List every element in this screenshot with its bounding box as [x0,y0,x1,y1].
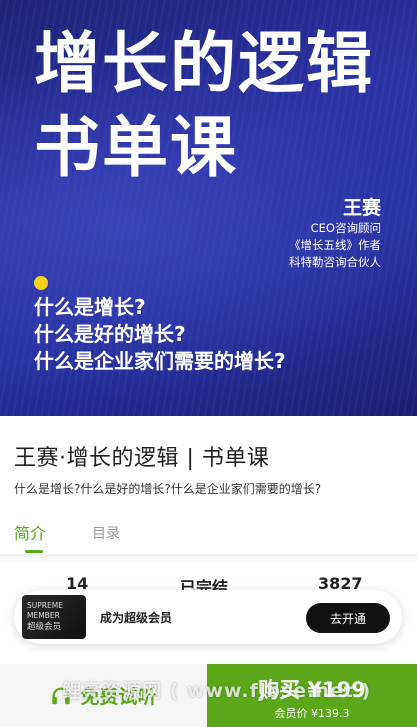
cover-questions: 什么是增长? 什么是好的增长? 什么是企业家们需要的增长? [34,294,286,375]
member-price: 会员价 ¥139.3 [274,707,350,720]
activate-member-button[interactable]: 去开通 [306,603,390,633]
course-title: 王赛·增长的逻辑 | 书单课 [14,446,270,471]
course-cover: 增长的逻辑 书单课 王赛 CEO咨询顾问 《增长五线》作者 科特勒咨询合伙人 什… [0,0,417,416]
cover-title-line1: 增长的逻辑 [34,25,374,102]
decorative-dot [34,276,48,290]
tab-bar: 简介 目录 [0,520,417,553]
divider [0,554,417,562]
author-block: 王赛 CEO咨询顾问 《增长五线》作者 科特勒咨询合伙人 [289,196,381,271]
badge-text: MEMBER [27,611,60,620]
author-role: 科特勒咨询合伙人 [289,255,381,269]
badge-text: SUPREME [27,601,63,610]
author-role: 《增长五线》作者 [289,238,381,252]
course-subtitle: 什么是增长?什么是好的增长?什么是企业家们需要的增长? [14,482,322,496]
badge-text: 超级会员 [27,622,62,632]
tab-intro[interactable]: 简介 [14,520,46,544]
cover-question: 什么是企业家们需要的增长? [34,349,286,373]
member-card-icon: SUPREME MEMBER 超级会员 [22,595,86,639]
author-name: 王赛 [342,197,381,219]
super-member-banner[interactable]: SUPREME MEMBER 超级会员 成为超级会员 去开通 [14,590,402,644]
cover-question: 什么是好的增长? [34,322,186,346]
tab-catalog[interactable]: 目录 [92,523,120,543]
author-role: CEO咨询顾问 [310,221,381,235]
member-promo-text: 成为超级会员 [100,611,173,625]
cover-question: 什么是增长? [34,295,146,319]
tab-active-indicator [25,550,43,553]
watermark: 鲤亮资源网 ( www.fjbse.net ) [62,680,372,702]
cover-title-line2: 书单课 [34,109,238,186]
